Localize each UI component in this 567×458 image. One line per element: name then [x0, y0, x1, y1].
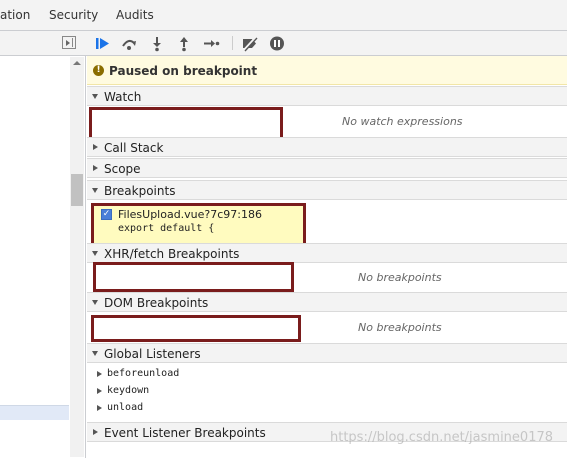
section-title: Global Listeners [104, 347, 201, 361]
debugger-sidebar: ! Paused on breakpoint Watch No watch ex… [87, 56, 567, 458]
section-title: Watch [104, 90, 142, 104]
tab-audits[interactable]: Audits [116, 8, 154, 22]
toolbar-divider [232, 36, 233, 50]
expand-arrow-icon [92, 351, 98, 356]
section-title: Scope [104, 162, 141, 176]
collapse-arrow-icon [97, 405, 102, 411]
breakpoint-code: export default { [118, 223, 215, 234]
section-title: DOM Breakpoints [104, 296, 209, 310]
collapse-arrow-icon [93, 429, 98, 435]
sources-editor-pane [0, 31, 86, 458]
expand-arrow-icon [92, 300, 98, 305]
step-out-icon[interactable] [175, 35, 193, 52]
panel-tabbar: ation Security Audits [0, 0, 567, 31]
section-dom-breakpoints[interactable]: DOM Breakpoints [87, 292, 567, 312]
watermark: https://blog.csdn.net/jasmine0178 [330, 430, 554, 445]
debugger-toolbar [86, 31, 567, 56]
collapse-arrow-icon [97, 388, 102, 394]
resume-icon[interactable] [94, 35, 112, 52]
editor-toolbar [0, 31, 86, 56]
section-title: Event Listener Breakpoints [104, 426, 266, 440]
paused-message: Paused on breakpoint [109, 64, 258, 78]
scroll-up-arrow-icon[interactable] [73, 61, 81, 65]
xhr-empty-message: No breakpoints [358, 271, 442, 284]
breakpoint-location[interactable]: FilesUpload.vue?7c97:186 [118, 208, 262, 221]
listener-label: beforeunload [107, 368, 180, 379]
section-global-listeners[interactable]: Global Listeners [87, 343, 567, 363]
section-title: Breakpoints [104, 184, 176, 198]
listener-label: unload [107, 402, 144, 413]
info-icon: ! [93, 65, 104, 76]
section-scope[interactable]: Scope [87, 158, 567, 178]
deactivate-breakpoints-icon[interactable] [241, 35, 259, 52]
section-watch[interactable]: Watch [87, 86, 567, 106]
scrollbar[interactable] [70, 57, 84, 457]
collapse-arrow-icon [97, 371, 102, 377]
tab-security[interactable]: Security [49, 8, 98, 22]
expand-arrow-icon [92, 94, 98, 99]
section-xhr-breakpoints[interactable]: XHR/fetch Breakpoints [87, 243, 567, 263]
section-call-stack[interactable]: Call Stack [87, 137, 567, 157]
expand-arrow-icon [92, 188, 98, 193]
step-over-icon[interactable] [120, 35, 138, 52]
step-into-icon[interactable] [148, 35, 166, 52]
scrollbar-thumb[interactable] [71, 174, 83, 206]
expand-arrow-icon [92, 251, 98, 256]
collapse-arrow-icon [93, 144, 98, 150]
section-title: XHR/fetch Breakpoints [104, 247, 240, 261]
section-breakpoints[interactable]: Breakpoints [87, 180, 567, 200]
breakpoint-item[interactable]: ✓ FilesUpload.vue?7c97:186 export defaul… [91, 203, 306, 246]
tab-application[interactable]: ation [0, 8, 30, 22]
section-title: Call Stack [104, 141, 164, 155]
step-icon[interactable] [202, 35, 220, 52]
watch-empty-message: No watch expressions [342, 115, 463, 128]
highlight-box [91, 315, 301, 342]
pause-on-exceptions-icon[interactable] [268, 35, 286, 52]
breakpoint-checkbox[interactable]: ✓ [101, 209, 112, 220]
selected-row[interactable] [0, 405, 69, 420]
highlight-box [89, 107, 283, 140]
listener-label: keydown [107, 385, 150, 396]
panel-toggle-icon[interactable] [62, 36, 76, 49]
paused-banner: ! Paused on breakpoint [87, 56, 567, 85]
highlight-box [93, 262, 294, 292]
collapse-arrow-icon [93, 165, 98, 171]
dom-empty-message: No breakpoints [358, 321, 442, 334]
